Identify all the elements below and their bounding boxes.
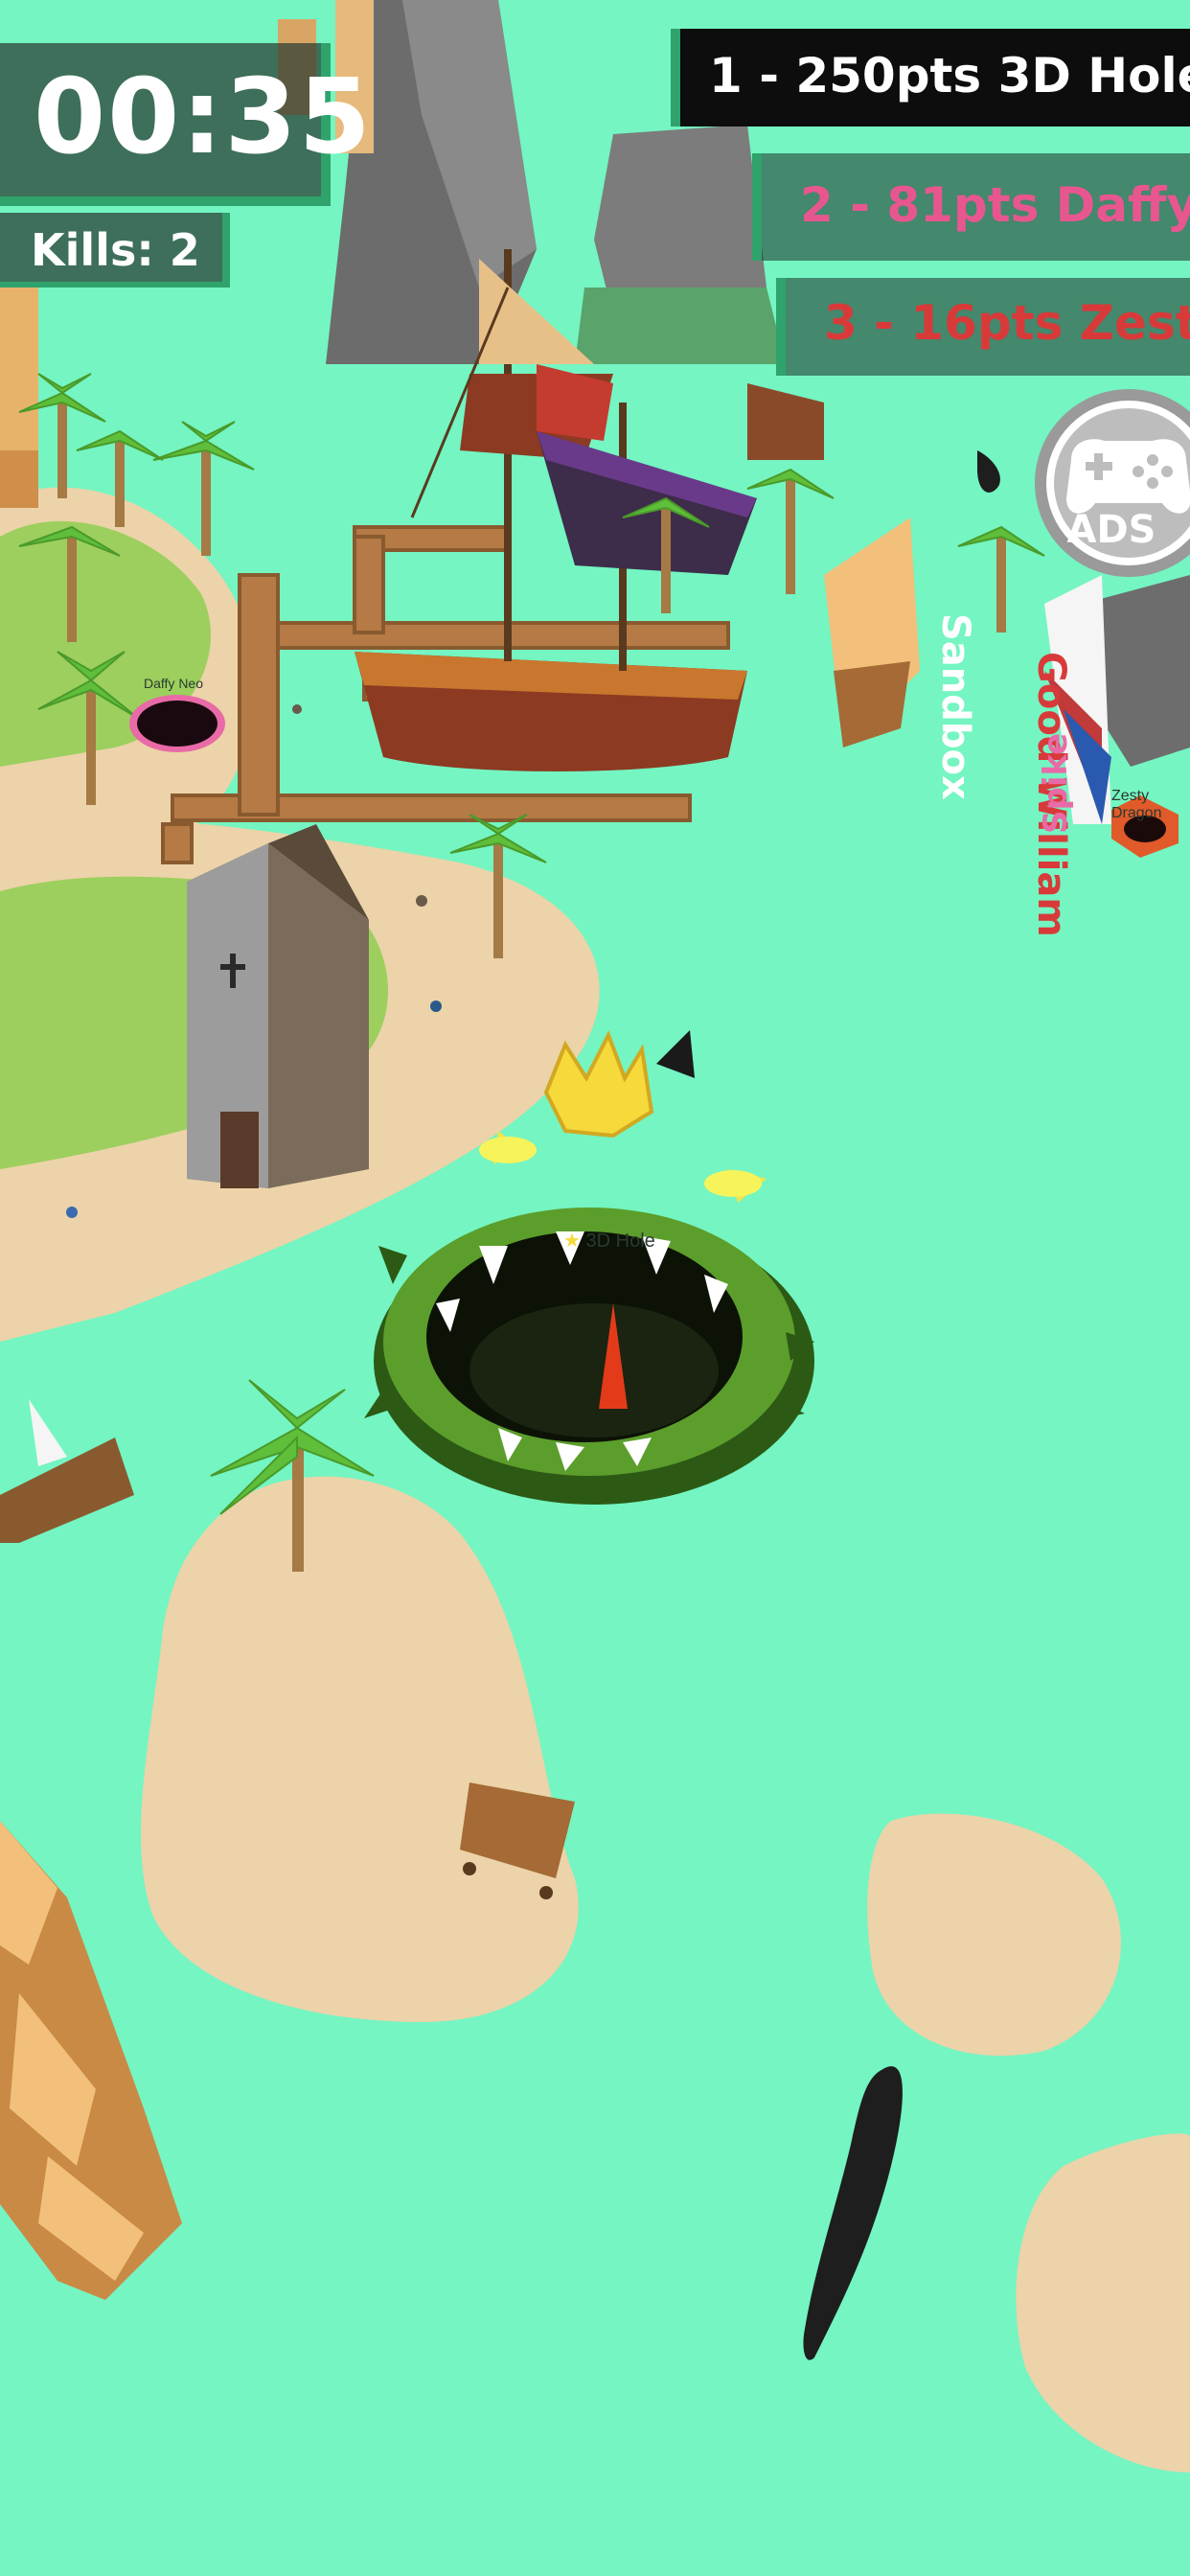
player-name-tag: ★ 3D Hole [563, 1229, 655, 1253]
opponent-name: Daffy Neo [144, 676, 203, 691]
opponent-name: Zesty Dragon [1111, 788, 1162, 821]
star-icon: ★ [563, 1230, 581, 1252]
opponent-name: Spike [1037, 732, 1075, 834]
kills-panel: Kills: 2 [0, 213, 230, 288]
ads-label: ADS [1066, 508, 1156, 552]
church [187, 824, 369, 1188]
leaderboard-row-3: 3 - 16pts Zesty Dr [776, 278, 1190, 376]
gamepad-icon [1035, 389, 1190, 577]
leaderboard-row-1: 1 - 250pts 3D Hole [671, 29, 1190, 126]
timer-panel: 00:35 [0, 43, 371, 206]
opponent-label-sandbox: Sandbox [933, 613, 977, 800]
leaderboard-row-2: 2 - 81pts Daffy Neo [752, 153, 1190, 261]
opponent-hole-daffy [129, 695, 225, 752]
opponent-label-spike: Spike [1037, 733, 1075, 834]
leaderboard-label: 1 - 250pts 3D Hole [709, 48, 1190, 104]
player-name: 3D Hole [585, 1230, 655, 1252]
opponent-tag-daffy: Daffy Neo [144, 676, 203, 691]
game-scene[interactable] [0, 0, 1190, 2576]
timer-value: 00:35 [34, 58, 373, 177]
opponent-name: Sandbox [933, 613, 977, 800]
kills-count: Kills: 2 [31, 224, 200, 276]
opponent-tag-zesty: Zesty Dragon [1111, 788, 1190, 822]
leaderboard-label: 3 - 16pts Zesty Dr [824, 295, 1190, 351]
leaderboard-label: 2 - 81pts Daffy Neo [800, 177, 1190, 233]
ads-button[interactable]: ADS [1033, 383, 1190, 583]
